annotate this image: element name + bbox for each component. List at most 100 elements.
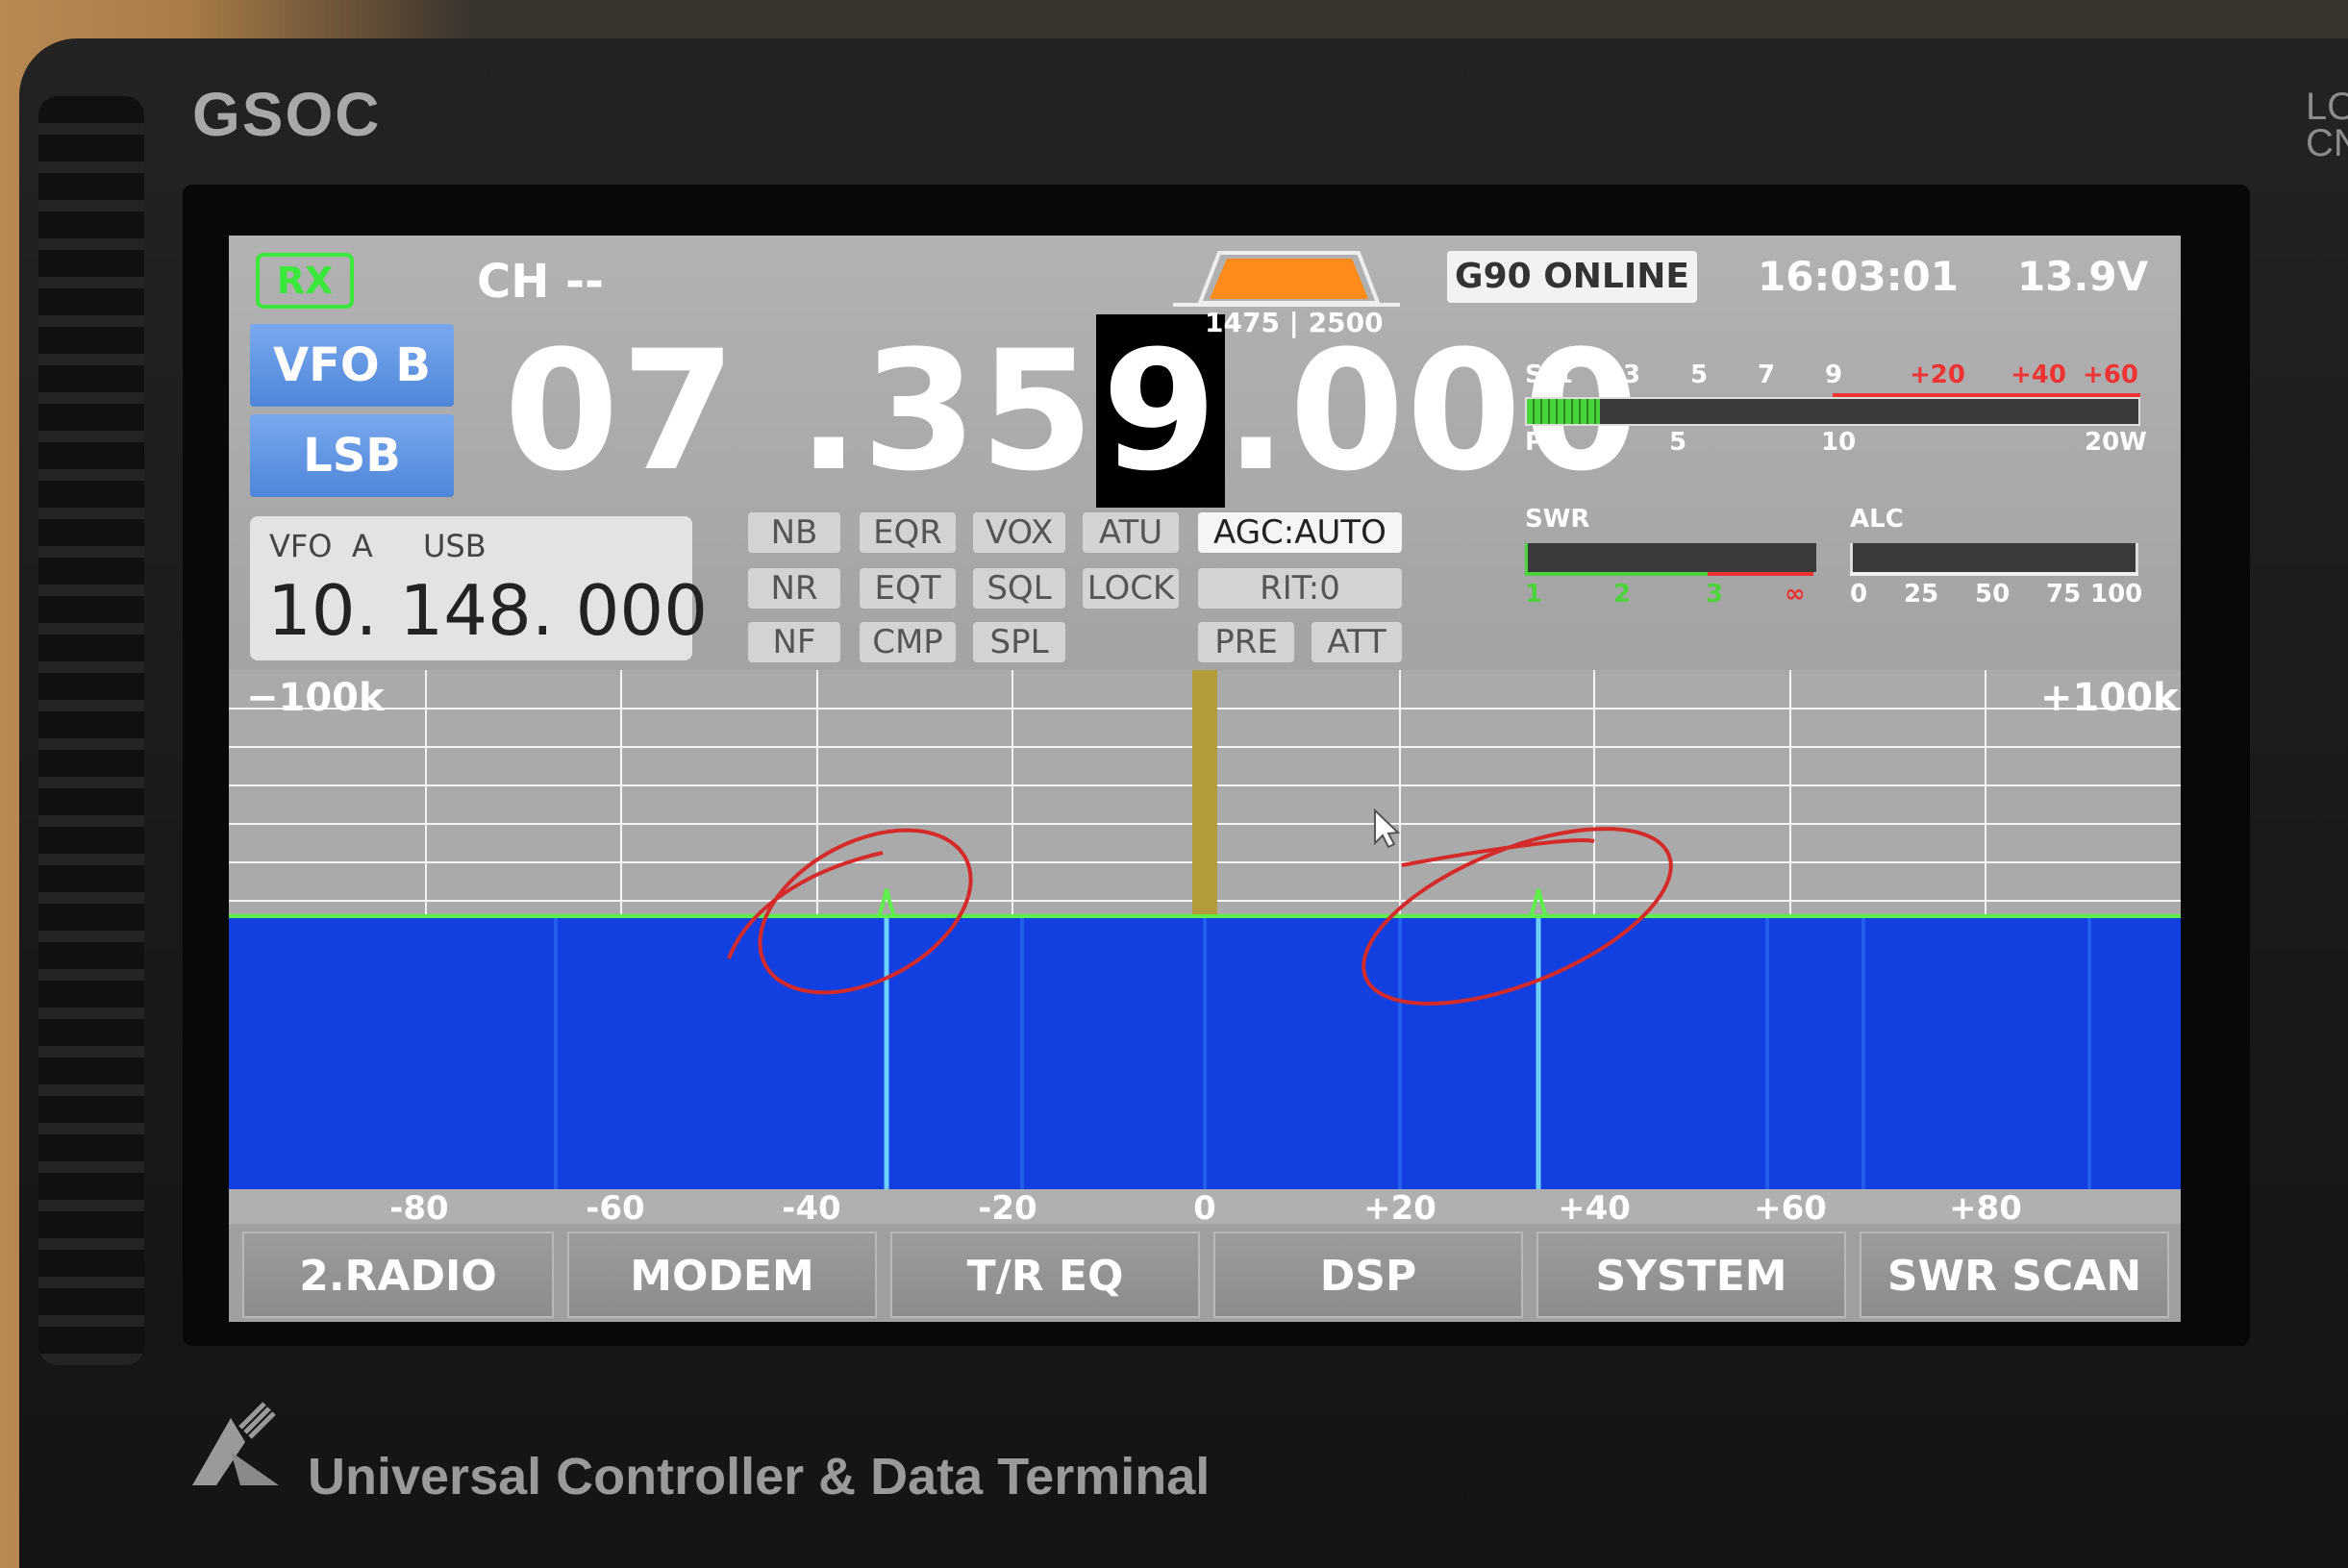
swr-label: SWR	[1525, 505, 1590, 534]
alc-25: 25	[1904, 580, 1939, 609]
swr-green-zone	[1525, 572, 1708, 576]
bandwidth-label: 1475 | 2500	[1205, 307, 1384, 338]
func-nf[interactable]: NF	[748, 622, 840, 662]
func-atu[interactable]: ATU	[1083, 512, 1179, 553]
bw-high: 2500	[1308, 307, 1384, 338]
func-eqt[interactable]: EQT	[860, 568, 956, 609]
clock: 16:03:01	[1758, 253, 1959, 300]
scale-plus40: +40	[1558, 1189, 1631, 1228]
scale-minus60: -60	[586, 1189, 645, 1228]
online-badge: G90 ONLINE	[1447, 251, 1697, 303]
tab-swr-scan[interactable]: SWR SCAN	[1860, 1232, 2169, 1318]
func-spl[interactable]: SPL	[973, 622, 1065, 662]
swr-bar-track	[1525, 543, 1816, 572]
alc-scale-line	[1850, 572, 2138, 576]
main-frequency[interactable]: 07 .359.000	[504, 314, 1640, 508]
waterfall-display[interactable]	[229, 918, 2181, 1189]
alc-bar-track	[1850, 543, 2138, 572]
bw-low: 1475	[1205, 307, 1280, 338]
func-sql[interactable]: SQL	[973, 568, 1065, 609]
rx-indicator: RX	[256, 253, 354, 309]
span-right-label: +100k	[2040, 676, 2179, 720]
tab-modem[interactable]: MODEM	[567, 1232, 877, 1318]
func-vox[interactable]: VOX	[973, 512, 1065, 553]
waterfall-lines	[554, 918, 2091, 1189]
freq-cursor-digit[interactable]: 9	[1095, 314, 1225, 508]
swr-red-zone	[1708, 572, 1813, 576]
scale-minus80: -80	[389, 1189, 449, 1228]
s-3: 3	[1623, 361, 1641, 389]
corner-label: LO CN	[2306, 86, 2348, 164]
spectrum-display[interactable]: −100k +100k	[229, 670, 2181, 918]
freq-part-a: 07 .35	[504, 314, 1096, 508]
alt-vfo-panel[interactable]: VFO A USB 10. 148. 000	[250, 516, 708, 660]
alc-0: 0	[1850, 580, 1868, 609]
corner-text: LO CN	[2306, 86, 2348, 164]
s-bar-fill	[1527, 399, 1600, 424]
alc-50: 50	[1975, 580, 2011, 609]
s-plus40: +40	[2011, 361, 2066, 389]
brand-label: GSOC	[192, 80, 382, 149]
lcd-screen: RX CH -- VFO B LSB VFO A USB 10. 148. 00…	[229, 236, 2181, 1322]
s-bar-track	[1525, 397, 2140, 426]
alt-vfo-mode: USB	[423, 528, 487, 564]
tab-dsp[interactable]: DSP	[1213, 1232, 1523, 1318]
tab-system[interactable]: SYSTEM	[1536, 1232, 1846, 1318]
spectrum-grid	[229, 670, 2181, 918]
scale-minus40: -40	[782, 1189, 841, 1228]
scale-plus20: +20	[1363, 1189, 1436, 1228]
mode-button[interactable]: LSB	[250, 414, 454, 497]
signal-peak-1	[877, 888, 896, 917]
func-rit[interactable]: RIT:0	[1198, 568, 1402, 609]
device-subtitle: Universal Controller & Data Terminal	[308, 1448, 1211, 1506]
func-att[interactable]: ATT	[1311, 622, 1402, 662]
alt-vfo-frequency: 10. 148. 000	[267, 570, 709, 651]
tab-radio[interactable]: 2.RADIO	[242, 1232, 554, 1318]
scale-plus60: +60	[1754, 1189, 1827, 1228]
swr-2: 2	[1613, 580, 1632, 609]
alc-meter: ALC 0 25 50 75 100	[1850, 505, 2148, 609]
po-10: 10	[1821, 428, 1857, 457]
s-1: 1	[1556, 361, 1574, 389]
tuning-marker	[1192, 670, 1217, 918]
scale-plus80: +80	[1949, 1189, 2022, 1228]
alc-100: 100	[2090, 580, 2143, 609]
s-7: 7	[1758, 361, 1776, 389]
top-panel: RX CH -- VFO B LSB VFO A USB 10. 148. 00…	[229, 236, 2181, 670]
func-lock[interactable]: LOCK	[1083, 568, 1179, 609]
po-label: Po	[1525, 428, 1561, 457]
swr-inf: ∞	[1785, 580, 1806, 609]
alc-label: ALC	[1850, 505, 1904, 534]
func-eqr[interactable]: EQR	[860, 512, 956, 553]
s-5: 5	[1690, 361, 1709, 389]
func-cmp[interactable]: CMP	[860, 622, 956, 662]
scale-minus20: -20	[978, 1189, 1037, 1228]
swr-1: 1	[1525, 580, 1543, 609]
span-left-label: −100k	[246, 676, 385, 720]
s-meter: S 1 3 5 7 9 +20 +40 +60 Po 5 10 20W	[1525, 361, 2147, 466]
func-agc[interactable]: AGC:AUTO	[1198, 512, 1402, 553]
speaker-grille	[38, 96, 144, 1365]
func-nb[interactable]: NB	[748, 512, 840, 553]
voltage: 13.9V	[2017, 253, 2149, 300]
menu-tabs: 2.RADIO MODEM T/R EQ DSP SYSTEM SWR SCAN	[229, 1224, 2181, 1322]
scale-zero: 0	[1193, 1189, 1216, 1228]
mouse-cursor-icon	[1374, 808, 1401, 849]
channel-label[interactable]: CH --	[477, 255, 604, 309]
signal-peak-2	[1529, 888, 1548, 917]
alt-vfo-label: VFO A	[269, 528, 373, 564]
vfo-select-button[interactable]: VFO B	[250, 324, 454, 407]
frequency-scale: -80 -60 -40 -20 0 +20 +40 +60 +80	[229, 1189, 2181, 1228]
po-20w: 20W	[2085, 428, 2147, 457]
logo-icon	[192, 1402, 279, 1485]
alc-75: 75	[2046, 580, 2082, 609]
po-5: 5	[1669, 428, 1687, 457]
s-red-zone	[1833, 393, 2140, 397]
func-nr[interactable]: NR	[748, 568, 840, 609]
func-pre[interactable]: PRE	[1198, 622, 1294, 662]
s-plus20: +20	[1910, 361, 1965, 389]
swr-3: 3	[1706, 580, 1724, 609]
s-9: 9	[1825, 361, 1843, 389]
tab-tr-eq[interactable]: T/R EQ	[890, 1232, 1200, 1318]
s-label: S	[1525, 361, 1543, 389]
